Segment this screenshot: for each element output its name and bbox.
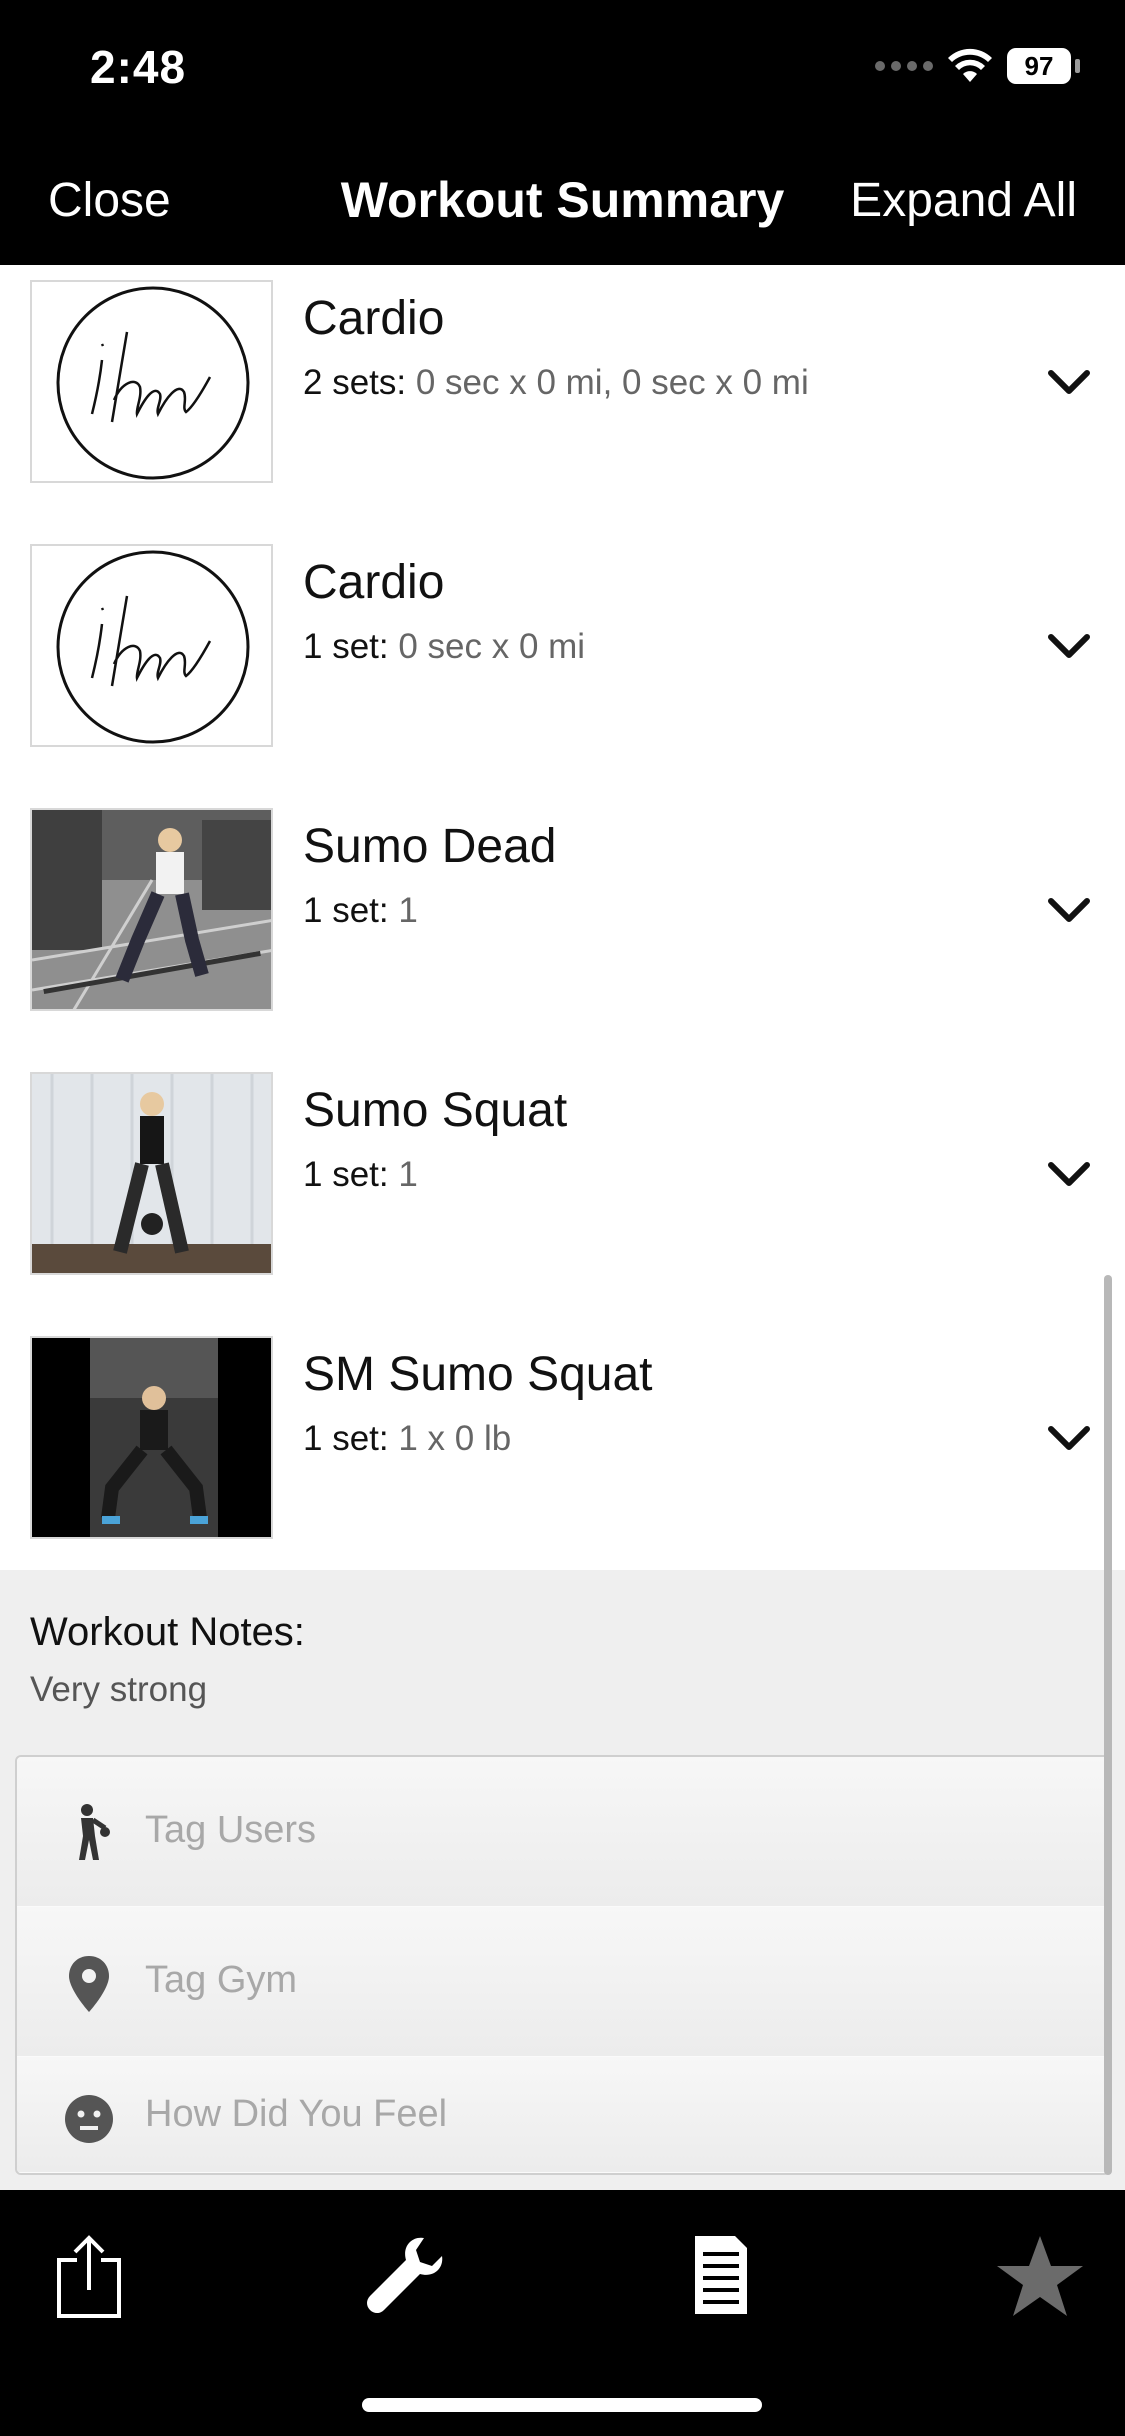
exercise-thumbnail [30,280,273,483]
exercise-name: Cardio [303,292,445,345]
navigation-bar: Workout Summary Close Expand All [0,135,1125,265]
exercise-sets: 1 set: 1 [303,891,418,931]
exercise-name: SM Sumo Squat [303,1348,653,1401]
list-icon[interactable] [675,2230,765,2320]
workout-notes-title: Workout Notes: [30,1610,305,1654]
feeling-placeholder: How Did You Feel [145,2093,448,2135]
sets-detail: 1 x 0 lb [398,1419,512,1458]
tag-users-placeholder: Tag Users [145,1809,317,1851]
exercise-sets: 2 sets: 0 sec x 0 mi, 0 sec x 0 mi [303,363,809,403]
exercise-row[interactable]: Sumo Squat 1 set: 1 [0,1057,1125,1321]
tag-gym-placeholder: Tag Gym [145,1959,298,2001]
cellular-signal-icon [875,61,933,71]
workout-notes-text: Very strong [30,1670,208,1709]
exercise-thumbnail [30,1336,273,1539]
status-time: 2:48 [90,41,187,93]
feeling-row[interactable]: How Did You Feel [17,2057,1108,2173]
exercise-name: Sumo Dead [303,820,557,873]
location-pin-icon [69,1956,109,2012]
exercise-row[interactable]: Cardio 1 set: 0 sec x 0 mi [0,529,1125,793]
home-indicator[interactable] [362,2398,762,2412]
sets-detail: 1 [398,1155,418,1194]
star-icon[interactable] [995,2230,1085,2320]
share-icon[interactable] [45,2230,135,2320]
sets-detail: 1 [398,891,418,930]
neutral-face-icon [65,2095,113,2143]
exercise-row[interactable]: Cardio 2 sets: 0 sec x 0 mi, 0 sec x 0 m… [0,265,1125,529]
exercise-sets: 1 set: 1 x 0 lb [303,1419,511,1459]
chevron-down-icon[interactable] [1041,1411,1097,1467]
studio-photo-image [32,1074,271,1273]
sets-detail: 0 sec x 0 mi [398,627,586,666]
exercise-row[interactable]: SM Sumo Squat 1 set: 1 x 0 lb [0,1321,1125,1585]
expand-all-button[interactable]: Expand All [850,173,1077,228]
sets-count: 1 set: [303,891,389,930]
scrollbar[interactable] [1104,1275,1112,2175]
athlete-icon [79,1804,110,1860]
chevron-down-icon[interactable] [1041,883,1097,939]
chevron-down-icon[interactable] [1041,619,1097,675]
exercise-sets: 1 set: 1 [303,1155,418,1195]
exercise-thumbnail [30,808,273,1011]
sets-count: 2 sets: [303,363,407,402]
ihm-logo-icon [56,550,250,744]
tag-gym-row[interactable]: Tag Gym [17,1907,1108,2057]
wifi-icon [948,48,992,82]
battery-indicator: 97 [1007,48,1071,84]
gym-photo-image [32,810,271,1009]
exercise-name: Sumo Squat [303,1084,568,1137]
battery-tip [1075,59,1080,73]
sets-detail: 0 sec x 0 mi, 0 sec x 0 mi [415,363,809,402]
sets-count: 1 set: [303,1419,389,1458]
ihm-logo-icon [56,286,250,480]
sets-count: 1 set: [303,1155,389,1194]
sets-count: 1 set: [303,627,389,666]
tag-users-row[interactable]: Tag Users [17,1757,1108,1907]
status-bar: 2:48 97 [0,0,1125,135]
exercise-row[interactable]: Sumo Dead 1 set: 1 [0,793,1125,1057]
exercise-thumbnail [30,1072,273,1275]
status-icons: 97 [875,46,1080,86]
wrench-icon[interactable] [358,2230,448,2320]
close-button[interactable]: Close [48,173,171,228]
exercise-name: Cardio [303,556,445,609]
dark-gym-photo-image [32,1338,271,1537]
exercise-thumbnail [30,544,273,747]
chevron-down-icon[interactable] [1041,355,1097,411]
tag-options-card: Tag Users Tag Gym How Did You Feel [15,1755,1110,2175]
exercise-list: Cardio 2 sets: 0 sec x 0 mi, 0 sec x 0 m… [0,265,1125,1585]
chevron-down-icon[interactable] [1041,1147,1097,1203]
exercise-sets: 1 set: 0 sec x 0 mi [303,627,585,667]
